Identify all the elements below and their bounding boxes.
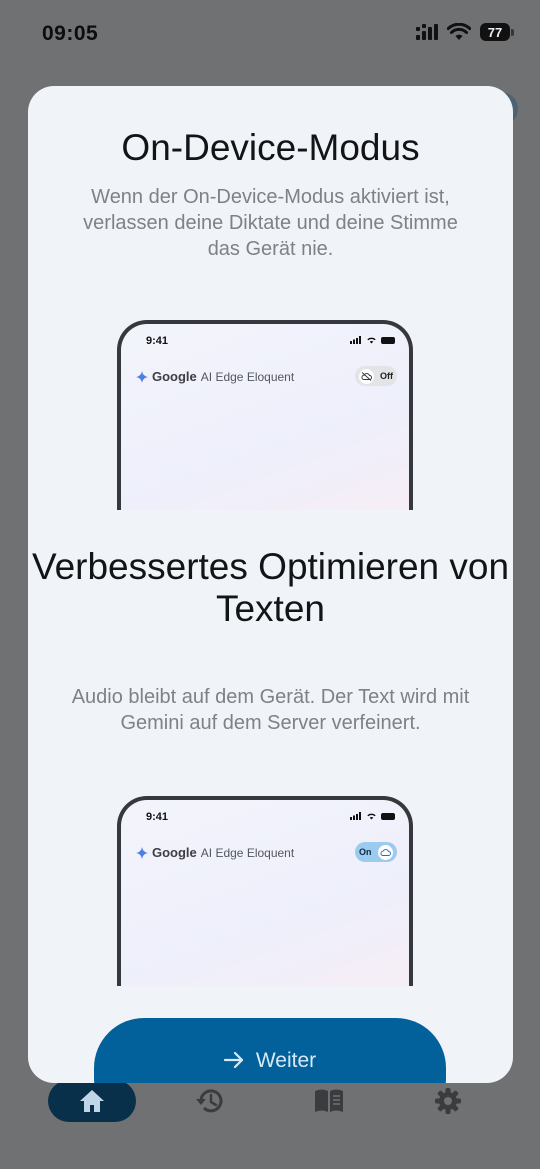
- section-title-text-optimization: Verbessertes Optimieren von Texten: [31, 546, 510, 629]
- section-description-text-optimization: Audio bleibt auf dem Gerät. Der Text wir…: [71, 686, 470, 734]
- brand-product: AI Edge Eloquent: [200, 845, 295, 860]
- toggle-label: Off: [380, 371, 393, 381]
- wifi-icon: [447, 23, 471, 40]
- cloud-off-icon: [361, 371, 372, 381]
- home-icon: [80, 1090, 104, 1112]
- nav-history[interactable]: [166, 1080, 254, 1122]
- wifi-icon: [367, 337, 376, 344]
- history-icon: [196, 1089, 223, 1113]
- signal-icon: [350, 812, 361, 820]
- onboarding-modal: On-Device-Modus Wenn der On-Device-Modus…: [28, 86, 513, 1083]
- wifi-icon: [367, 813, 376, 820]
- cloud-toggle[interactable]: On: [355, 842, 397, 862]
- app-brand: Google AI Edge Eloquent: [136, 369, 294, 384]
- preview-status-icons: [350, 812, 395, 820]
- gear-icon: [435, 1088, 461, 1114]
- toggle-knob: [359, 368, 374, 384]
- nav-settings[interactable]: [404, 1080, 492, 1122]
- battery-icon: [381, 812, 395, 820]
- app-brand: Google AI Edge Eloquent: [136, 845, 294, 860]
- nav-dictionary[interactable]: [285, 1080, 373, 1122]
- signal-icon: [350, 336, 361, 344]
- brand-google: Google: [152, 845, 197, 860]
- section-description-on-device: Wenn der On-Device-Modus aktiviert ist, …: [83, 186, 458, 260]
- status-bar: 09:05 77: [0, 0, 540, 70]
- cloud-toggle[interactable]: Off: [355, 366, 397, 386]
- section-title-on-device: On-Device-Modus: [121, 127, 420, 168]
- battery-tip: [511, 28, 514, 36]
- preview-status-icons: [350, 336, 395, 344]
- cloud-icon: [380, 848, 391, 856]
- continue-button[interactable]: Weiter: [94, 1018, 446, 1083]
- brand-product: AI Edge Eloquent: [200, 369, 295, 384]
- toggle-label: On: [359, 847, 372, 857]
- status-icons: 77: [416, 23, 514, 41]
- signal-icon: [416, 24, 438, 40]
- arrow-right-icon: [223, 1051, 243, 1069]
- toggle-knob: [378, 844, 393, 860]
- sparkle-icon: [136, 846, 148, 859]
- phone-preview-on-device: 9:41 Google AI Edge Eloquent Off: [117, 320, 413, 510]
- bottom-nav: [0, 1072, 540, 1169]
- battery-icon: [381, 336, 395, 344]
- nav-home[interactable]: [48, 1080, 136, 1122]
- status-time: 09:05: [42, 22, 99, 45]
- continue-button-label: Weiter: [255, 1049, 317, 1072]
- phone-preview-cloud: 9:41 Google AI Edge Eloquent On: [117, 796, 413, 986]
- preview-time: 9:41: [146, 811, 169, 823]
- book-icon: [315, 1089, 343, 1112]
- sparkle-icon: [136, 370, 148, 383]
- battery-icon: 77: [480, 23, 514, 41]
- battery-level: 77: [480, 23, 510, 41]
- brand-google: Google: [152, 369, 197, 384]
- preview-time: 9:41: [146, 335, 169, 347]
